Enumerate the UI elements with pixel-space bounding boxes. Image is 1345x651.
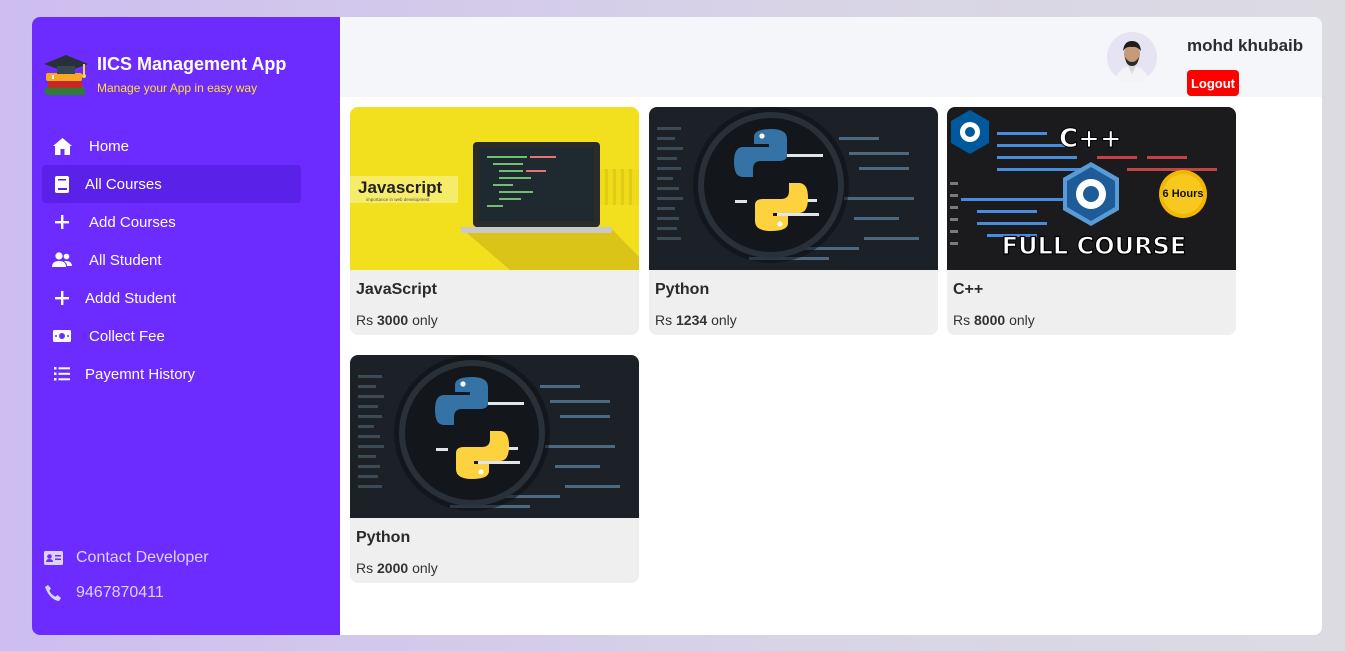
sidebar: IICS Management App Manage your App in e… bbox=[32, 17, 340, 635]
sidebar-item-all-courses[interactable]: All Courses bbox=[42, 165, 301, 203]
list-icon bbox=[51, 364, 73, 384]
sidebar-nav: Home All Courses Add Courses All Student bbox=[42, 127, 301, 393]
course-title: Python bbox=[356, 529, 411, 546]
sidebar-item-all-student[interactable]: All Student bbox=[42, 241, 301, 279]
top-bar: mohd khubaib Logout bbox=[340, 17, 1322, 97]
course-title: C++ bbox=[953, 281, 984, 298]
phone-number: 9467870411 bbox=[76, 584, 164, 601]
sidebar-item-label: Addd Student bbox=[85, 289, 176, 307]
brand: IICS Management App Manage your App in e… bbox=[42, 53, 286, 101]
thumb-title: FULL COURSE bbox=[1002, 232, 1187, 260]
sidebar-item-add-student[interactable]: Addd Student bbox=[42, 279, 301, 317]
course-title: JavaScript bbox=[356, 281, 437, 298]
javascript-thumbnail: Javascript importance in web development bbox=[350, 107, 639, 270]
thumb-logo-text: C++ bbox=[1059, 124, 1122, 154]
course-card[interactable]: Javascript importance in web development… bbox=[350, 107, 639, 335]
users-icon bbox=[51, 250, 73, 270]
phone-icon bbox=[42, 583, 64, 603]
course-title: Python bbox=[655, 281, 710, 298]
thumb-subtitle: importance in web development bbox=[366, 197, 430, 202]
sidebar-item-collect-fee[interactable]: Collect Fee bbox=[42, 317, 301, 355]
sidebar-item-label: All Student bbox=[89, 251, 162, 269]
python-thumbnail bbox=[649, 107, 938, 270]
money-icon bbox=[51, 326, 73, 346]
contact-developer-label: Contact Developer bbox=[76, 549, 209, 566]
course-card[interactable]: Python Rs 2000 only bbox=[350, 355, 639, 583]
plus-icon bbox=[51, 212, 73, 232]
course-price: Rs 2000 only bbox=[356, 560, 438, 576]
thumb-title: Javascript bbox=[358, 178, 442, 197]
sidebar-item-payment-history[interactable]: Payemnt History bbox=[42, 355, 301, 393]
app-subtitle: Manage your App in easy way bbox=[97, 81, 258, 95]
home-icon bbox=[51, 136, 73, 156]
user-avatar[interactable] bbox=[1107, 32, 1157, 82]
sidebar-item-label: Home bbox=[89, 137, 130, 155]
cpp-thumbnail: C++ 6 Hours FULL COURSE bbox=[947, 107, 1236, 270]
sidebar-item-label: Payemnt History bbox=[85, 365, 196, 383]
course-card[interactable]: Python Rs 1234 only bbox=[649, 107, 938, 335]
python-thumbnail bbox=[350, 355, 639, 518]
sidebar-item-home[interactable]: Home bbox=[42, 127, 301, 165]
course-price: Rs 3000 only bbox=[356, 312, 438, 328]
app-title: IICS Management App bbox=[97, 54, 287, 74]
app-window: IICS Management App Manage your App in e… bbox=[32, 17, 1322, 635]
thumb-badge: 6 Hours bbox=[1163, 188, 1204, 200]
sidebar-item-label: All Courses bbox=[85, 175, 162, 193]
graduation-books-logo bbox=[44, 55, 88, 95]
contact-developer-link[interactable]: Contact Developer bbox=[42, 548, 209, 568]
logout-button[interactable]: Logout bbox=[1187, 70, 1239, 96]
book-icon bbox=[51, 174, 73, 194]
username: mohd khubaib bbox=[1187, 36, 1304, 55]
id-card-icon bbox=[42, 548, 64, 568]
course-price: Rs 8000 only bbox=[953, 312, 1035, 328]
sidebar-item-label: Collect Fee bbox=[89, 327, 165, 345]
main-content: mohd khubaib Logout Javascript importanc… bbox=[340, 17, 1322, 635]
course-card[interactable]: C++ 6 Hours FULL COURSE C++ Rs 8000 only bbox=[947, 107, 1236, 335]
sidebar-item-add-courses[interactable]: Add Courses bbox=[42, 203, 301, 241]
course-price: Rs 1234 only bbox=[655, 312, 737, 328]
sidebar-item-label: Add Courses bbox=[89, 213, 176, 231]
plus-icon bbox=[51, 288, 73, 308]
phone-link[interactable]: 9467870411 bbox=[42, 583, 164, 603]
